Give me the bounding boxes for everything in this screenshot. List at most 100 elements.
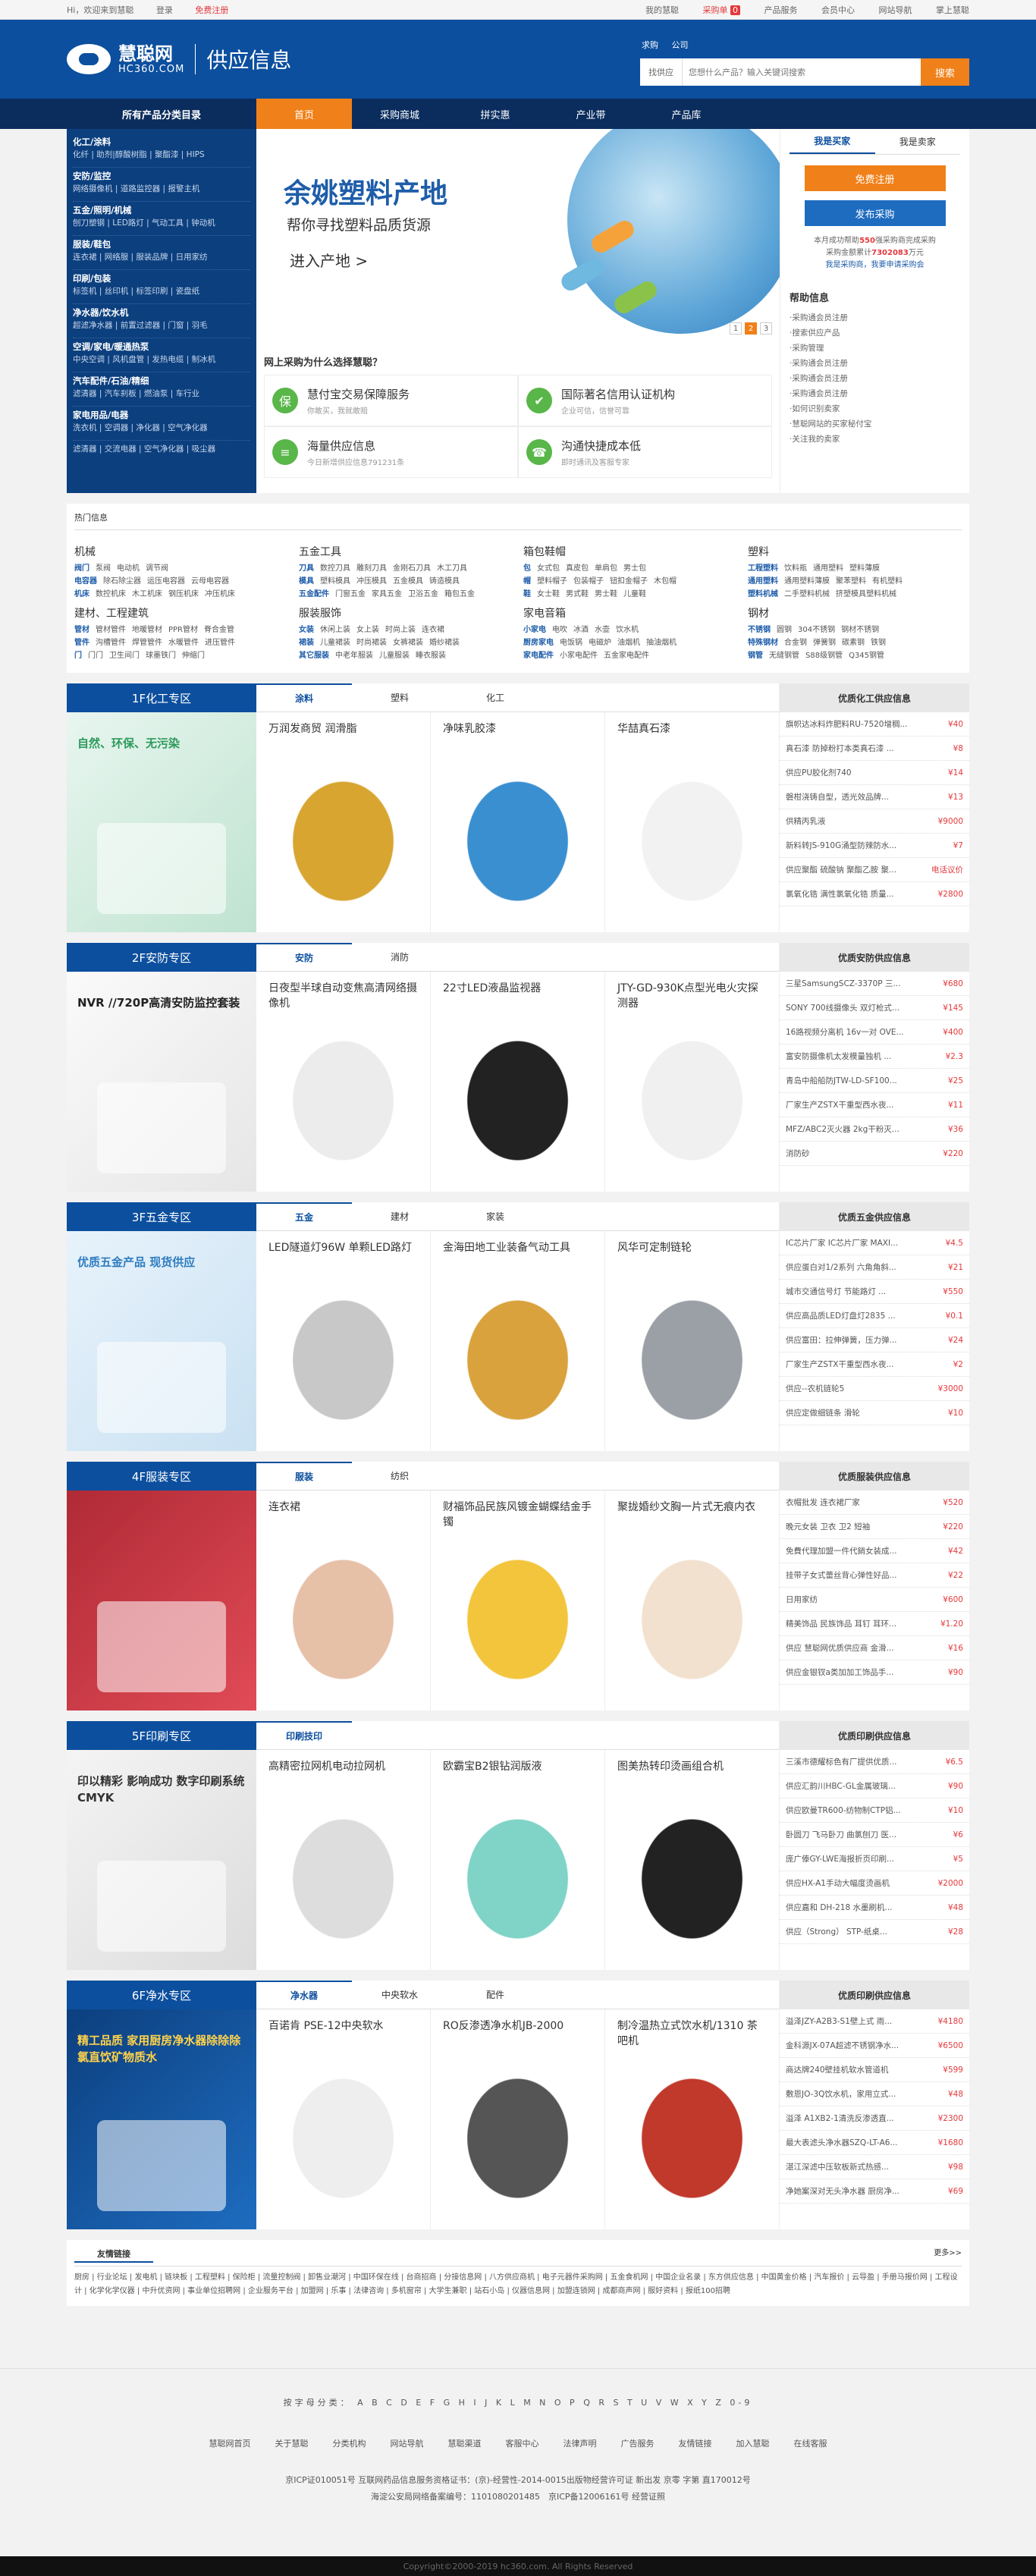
category-title[interactable]: 化工/涂料 — [73, 136, 250, 149]
hot-info-link[interactable]: 管材 — [74, 626, 89, 634]
supply-name[interactable]: 供应--农机链轮5 — [786, 1383, 844, 1394]
product-name[interactable]: 日夜型半球自动变焦高清网络摄像机 — [268, 981, 418, 1011]
hot-info-link[interactable]: 电吹 — [552, 626, 567, 634]
supply-name[interactable]: 旗帜达冰料炸肥料RU-7520增稠... — [786, 718, 908, 730]
hot-info-link[interactable]: 有机塑料 — [872, 577, 903, 586]
supply-name[interactable]: 16路视频分离机 16v一对 OVE... — [786, 1026, 904, 1038]
hot-info-link[interactable]: 沟槽管件 — [96, 639, 126, 647]
hot-info-link[interactable]: 通用塑料 — [748, 577, 778, 586]
free-register-button[interactable]: 免费注册 — [804, 165, 946, 191]
category-group[interactable]: 安防/监控 网络摄像机 | 道路监控器 | 报警主机 — [73, 168, 250, 202]
hot-info-link[interactable]: 除石除尘器 — [103, 577, 141, 586]
supply-row[interactable]: 三溪市德耀标色有厂提供优质... ¥6.5 — [780, 1750, 969, 1774]
supply-row[interactable]: 最大表滤头净水器SZQ-LT-A6... ¥1680 — [780, 2131, 969, 2155]
supply-name[interactable]: 厂家生产ZSTX干重型西水夜... — [786, 1359, 893, 1370]
hot-info-link[interactable]: 门 — [74, 652, 82, 660]
supply-name[interactable]: 供应HX-A1手动大幅度烫画机 — [786, 1877, 890, 1889]
carousel-dot[interactable]: 3 — [760, 322, 772, 335]
hot-info-link[interactable]: 塑料机械 — [748, 590, 778, 598]
supply-row[interactable]: 日用家纺 ¥600 — [780, 1588, 969, 1612]
category-title[interactable]: 安防/监控 — [73, 170, 250, 183]
supply-name[interactable]: 敷恩JO-3Q饮水机，家用立式... — [786, 2088, 896, 2100]
hot-info-link[interactable]: 冲压模具 — [356, 577, 387, 586]
product-image[interactable] — [628, 1544, 756, 1695]
supply-name[interactable]: 精美饰品 民族饰品 耳钉 耳环... — [786, 1618, 896, 1629]
product-name[interactable]: 22寸LED液晶监视器 — [443, 981, 592, 1011]
hot-info-link[interactable]: 脊合金管 — [204, 626, 234, 634]
floor-tab[interactable]: 塑料 — [352, 683, 447, 712]
help-item[interactable]: ·采购通会员注册 — [790, 356, 960, 371]
hot-info-link[interactable]: 机床 — [74, 590, 89, 598]
floor-title[interactable]: 2F安防专区 — [67, 943, 256, 972]
nav-item-home[interactable]: 首页 — [256, 99, 352, 129]
category-sub[interactable]: 滤清器 | 汽车刹板 | 燃油泵 | 车行业 — [73, 389, 199, 398]
product-name[interactable]: 财福饰品民族风镀金蝴蝶结金手镯 — [443, 1500, 592, 1530]
supply-row[interactable]: 供应金银钗a类加加工饰品手... ¥90 — [780, 1660, 969, 1685]
product-card[interactable]: 净味乳胶漆 — [431, 712, 605, 932]
product-card[interactable]: 金海田地工业装备气动工具 — [431, 1231, 605, 1451]
hot-info-link[interactable]: 电容器 — [74, 577, 97, 586]
post-purchase-button[interactable]: 发布采购 — [804, 200, 946, 226]
hot-info-link[interactable]: 连衣裙 — [422, 626, 444, 634]
floor-tab[interactable]: 配件 — [447, 1981, 543, 2009]
hot-info-link[interactable]: 小家电 — [523, 626, 546, 634]
product-name[interactable]: 聚拢婚纱文胸一片式无痕内衣 — [617, 1500, 767, 1530]
hot-info-link[interactable]: 帽 — [523, 577, 531, 586]
site-nav-menu[interactable]: 网站导航 — [879, 5, 912, 15]
product-name[interactable]: JTY-GD-930K点型光电火灾探测器 — [617, 981, 767, 1011]
purchase-list-link[interactable]: 采购单 0 — [703, 5, 740, 15]
product-image[interactable] — [628, 765, 756, 917]
hot-info-link[interactable]: 球墨铁门 — [146, 652, 176, 660]
member-center-menu[interactable]: 会员中心 — [821, 5, 855, 15]
category-title[interactable]: 五金/照明/机械 — [73, 204, 250, 217]
supply-name[interactable]: 厂家生产ZSTX干重型西水夜... — [786, 1099, 893, 1111]
hot-info-link[interactable]: 模具 — [299, 577, 314, 586]
hot-info-link[interactable]: 冰酒 — [573, 626, 589, 634]
supply-name[interactable]: MFZ/ABC2灭火器 2kg干粉灭... — [786, 1123, 899, 1135]
hot-info-link[interactable]: 圆钢 — [777, 626, 792, 634]
hot-info-link[interactable]: 门门 — [88, 652, 103, 660]
product-name[interactable]: 净味乳胶漆 — [443, 721, 592, 752]
floor-promo-image[interactable]: NVR //720P高清安防监控套装 — [67, 972, 256, 1192]
category-group[interactable]: 汽车配件/石油/精细 滤清器 | 汽车刹板 | 燃油泵 | 车行业 — [73, 372, 250, 407]
banner-slide[interactable]: 余姚塑料产地 帮你寻找塑料品质货源 进入产地 > 1 2 3 — [256, 129, 780, 345]
supply-row[interactable]: 城市交通信号灯 节能路灯 ... ¥550 — [780, 1280, 969, 1304]
banner-cta[interactable]: 进入产地 > — [290, 249, 368, 271]
hot-info-link[interactable]: 不锈钢 — [748, 626, 771, 634]
logo[interactable]: 慧聪网 HC360.COM 供应信息 — [67, 44, 291, 75]
product-image[interactable] — [454, 765, 582, 917]
category-title[interactable]: 净水器/饮水机 — [73, 306, 250, 319]
product-image[interactable] — [279, 765, 407, 917]
hot-info-link[interactable]: 女士鞋 — [537, 590, 560, 598]
hot-info-link[interactable]: 箱包五金 — [444, 590, 475, 598]
supply-row[interactable]: 溢泽JZY-A2B3-S1壁上式 雨... ¥4180 — [780, 2009, 969, 2034]
nav-item-deals[interactable]: 拼实惠 — [447, 99, 543, 129]
help-item[interactable]: ·关注我的卖家 — [790, 432, 960, 447]
hot-info-link[interactable]: 中老年服装 — [335, 652, 373, 660]
hot-info-link[interactable]: 女式包 — [537, 564, 560, 573]
hot-info-link[interactable]: 调节阀 — [146, 564, 168, 573]
supply-row[interactable]: 供应PU胶化剂740 ¥14 — [780, 761, 969, 785]
product-name[interactable]: 制冷温热立式饮水机/1310 茶吧机 — [617, 2018, 767, 2049]
supply-name[interactable]: 三星SamsungSCZ-3370P 三... — [786, 978, 900, 989]
footer-link[interactable]: 慧聪渠道 — [448, 2439, 482, 2449]
floor-tab[interactable]: 五金 — [256, 1202, 352, 1230]
hot-info-link[interactable]: 时尚裙装 — [356, 639, 387, 647]
hot-info-link[interactable]: 鞋 — [523, 590, 531, 598]
hot-info-heading[interactable]: 家电音箱 — [523, 605, 748, 620]
category-group[interactable]: 滤清器 | 交流电器 | 空气净化器 | 吸尘器 — [73, 441, 250, 475]
hot-info-heading[interactable]: 建材、工程建筑 — [74, 605, 299, 620]
product-card[interactable]: 百诺肯 PSE-12中央软水 — [256, 2009, 431, 2229]
feature-card[interactable]: 保慧付宝交易保障服务 你敢买，我就敢赔 — [264, 375, 518, 426]
supply-name[interactable]: 消防砂 — [786, 1148, 810, 1159]
nav-item-product-lib[interactable]: 产品库 — [639, 99, 734, 129]
hot-info-link[interactable]: 塑料模具 — [320, 577, 350, 586]
supply-name[interactable]: 最大表滤头净水器SZQ-LT-A6... — [786, 2137, 898, 2148]
help-item[interactable]: ·采购通会员注册 — [790, 310, 960, 325]
supply-row[interactable]: 衣帽批发 连衣裙厂家 ¥520 — [780, 1491, 969, 1515]
carousel-dot[interactable]: 1 — [730, 322, 742, 335]
hot-info-link[interactable]: 雕刻刀具 — [356, 564, 387, 573]
floor-promo-image[interactable] — [67, 1491, 256, 1711]
supply-row[interactable]: MFZ/ABC2灭火器 2kg干粉灭... ¥36 — [780, 1117, 969, 1142]
product-name[interactable]: 金海田地工业装备气动工具 — [443, 1240, 592, 1271]
